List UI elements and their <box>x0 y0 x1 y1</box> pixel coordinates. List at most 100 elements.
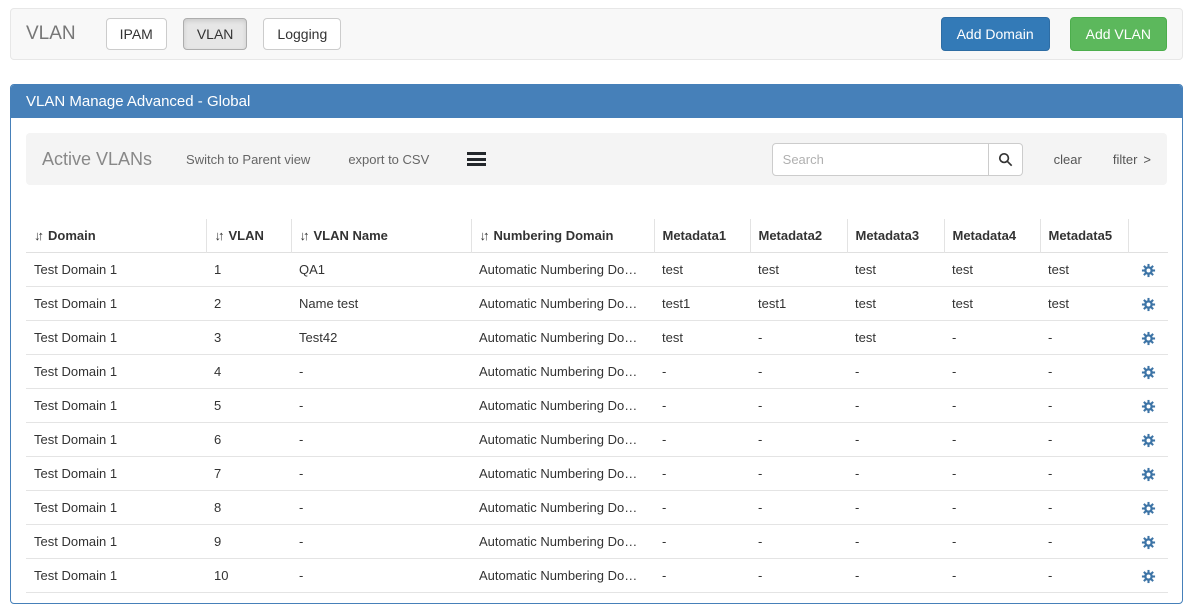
table-cell: Test Domain 1 <box>26 355 206 389</box>
vlan-table: ↓↑Domain↓↑VLAN↓↑VLAN Name↓↑Numbering Dom… <box>26 219 1168 593</box>
table-row: Test Domain 15 - Automatic Numbering Doma.… <box>26 389 1168 423</box>
table-cell: - <box>944 525 1040 559</box>
table-cell: Test Domain 1 <box>26 423 206 457</box>
table-cell: - <box>1040 389 1128 423</box>
search-input[interactable] <box>772 143 989 176</box>
clear-link[interactable]: clear <box>1054 152 1082 167</box>
menu-icon[interactable] <box>467 152 486 166</box>
tab-ipam[interactable]: IPAM <box>106 18 167 50</box>
tab-vlan[interactable]: VLAN <box>183 18 248 50</box>
table-row: Test Domain 17-Automatic Numbering Doma.… <box>26 457 1168 491</box>
gear-icon <box>1141 433 1156 448</box>
column-header-numbering-domain[interactable]: ↓↑Numbering Domain <box>471 219 654 253</box>
column-header-domain[interactable]: ↓↑Domain <box>26 219 206 253</box>
column-header-vlan[interactable]: ↓↑VLAN <box>206 219 291 253</box>
export-to-csv-link[interactable]: export to CSV <box>348 152 429 167</box>
row-settings-button[interactable] <box>1128 253 1168 287</box>
table-row: Test Domain 12Name testAutomatic Numberi… <box>26 287 1168 321</box>
nav-tabs: IPAM VLAN Logging <box>106 18 358 50</box>
table-cell: test1 <box>654 287 750 321</box>
gear-icon <box>1141 263 1156 278</box>
gear-icon <box>1141 331 1156 346</box>
row-settings-button[interactable] <box>1128 321 1168 355</box>
add-vlan-button[interactable]: Add VLAN <box>1070 17 1167 51</box>
table-cell: Test Domain 1 <box>26 525 206 559</box>
table-cell: test1 <box>750 287 847 321</box>
table-cell: 1 <box>206 253 291 287</box>
table-cell: Test Domain 1 <box>26 321 206 355</box>
row-settings-button[interactable] <box>1128 287 1168 321</box>
search-group <box>772 143 1023 176</box>
table-cell: - <box>847 559 944 593</box>
table-cell: 8 <box>206 491 291 525</box>
table-cell: Automatic Numbering Doma... <box>471 525 654 559</box>
gear-icon <box>1141 569 1156 584</box>
toolbar-heading: Active VLANs <box>42 149 152 170</box>
gear-icon <box>1141 297 1156 312</box>
table-cell: 9 <box>206 525 291 559</box>
table-cell: test <box>944 253 1040 287</box>
column-header-actions <box>1128 219 1168 253</box>
table-cell: - <box>847 423 944 457</box>
table-cell: - <box>1040 423 1128 457</box>
table-cell: - <box>654 525 750 559</box>
table-cell: - <box>750 321 847 355</box>
table-cell: test <box>847 253 944 287</box>
table-cell: Name test <box>291 287 471 321</box>
table-cell: Automatic Numbering Doma... <box>471 321 654 355</box>
table-cell: - <box>1040 525 1128 559</box>
table-cell: - <box>1040 355 1128 389</box>
chevron-right-icon: > <box>1143 152 1151 167</box>
table-cell: Test Domain 1 <box>26 287 206 321</box>
tab-logging[interactable]: Logging <box>263 18 341 50</box>
table-cell: Automatic Numbering Doma... <box>471 491 654 525</box>
table-cell: - <box>291 491 471 525</box>
table-cell: - <box>944 423 1040 457</box>
table-cell: - <box>291 355 471 389</box>
row-settings-button[interactable] <box>1128 559 1168 593</box>
row-settings-button[interactable] <box>1128 389 1168 423</box>
table-cell: Automatic Numbering Doma... <box>471 423 654 457</box>
table-cell: Automatic Numbering Doma... <box>471 355 654 389</box>
table-cell: - <box>750 457 847 491</box>
row-settings-button[interactable] <box>1128 355 1168 389</box>
table-cell: Test Domain 1 <box>26 457 206 491</box>
switch-to-parent-view-link[interactable]: Switch to Parent view <box>186 152 310 167</box>
table-cell: Automatic Numbering Doma... <box>471 457 654 491</box>
table-cell: - <box>847 491 944 525</box>
table-cell: - <box>654 457 750 491</box>
table-row: Test Domain 11QA1Automatic Numbering Dom… <box>26 253 1168 287</box>
panel-body: Active VLANs Switch to Parent view export… <box>11 118 1182 608</box>
column-header-vlan-name[interactable]: ↓↑VLAN Name <box>291 219 471 253</box>
search-button[interactable] <box>989 143 1023 176</box>
table-cell: Automatic Numbering Doma... <box>471 287 654 321</box>
table-cell: 2 <box>206 287 291 321</box>
table-cell: Test Domain 1 <box>26 389 206 423</box>
row-settings-button[interactable] <box>1128 525 1168 559</box>
filter-link[interactable]: filter> <box>1113 152 1151 167</box>
table-row: Test Domain 18-Automatic Numbering Doma.… <box>26 491 1168 525</box>
table-cell: - <box>750 423 847 457</box>
table-cell: test <box>654 321 750 355</box>
add-domain-button[interactable]: Add Domain <box>941 17 1050 51</box>
table-cell: Automatic Numbering Doma... <box>471 559 654 593</box>
table-cell: 7 <box>206 457 291 491</box>
table-cell: test <box>944 287 1040 321</box>
row-settings-button[interactable] <box>1128 423 1168 457</box>
table-cell: Automatic Numbering Doma... <box>471 389 654 423</box>
table-cell: - <box>944 321 1040 355</box>
table-cell: - <box>291 423 471 457</box>
row-settings-button[interactable] <box>1128 457 1168 491</box>
table-cell: test <box>847 321 944 355</box>
table-cell: - <box>944 389 1040 423</box>
gear-icon <box>1141 399 1156 414</box>
table-cell: 5 <box>206 389 291 423</box>
table-cell: test <box>1040 287 1128 321</box>
gear-icon <box>1141 467 1156 482</box>
table-cell: - <box>291 525 471 559</box>
navbar-actions: Add Domain Add VLAN <box>941 17 1167 51</box>
table-cell: Test Domain 1 <box>26 491 206 525</box>
row-settings-button[interactable] <box>1128 491 1168 525</box>
table-cell: - <box>1040 491 1128 525</box>
column-header-metadata5: Metadata5 <box>1040 219 1128 253</box>
